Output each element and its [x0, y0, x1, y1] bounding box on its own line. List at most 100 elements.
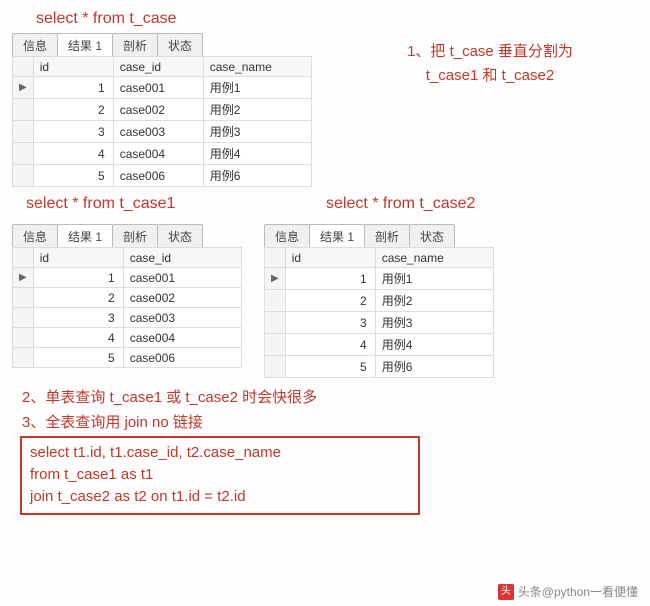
note-2: 2、单表查询 t_case1 或 t_case2 时会快很多 — [22, 386, 642, 407]
row-indicator: ▶ — [13, 77, 34, 99]
col-case-name[interactable]: case_name — [375, 248, 493, 268]
cell[interactable]: case001 — [123, 268, 241, 288]
col-id[interactable]: id — [33, 248, 123, 268]
tab-result[interactable]: 结果 1 — [309, 224, 365, 247]
table-row[interactable]: 4case004 — [13, 328, 242, 348]
row-indicator — [13, 288, 34, 308]
cell[interactable]: 4 — [285, 334, 375, 356]
table-row[interactable]: 2case002用例2 — [13, 99, 312, 121]
col-case-id[interactable]: case_id — [113, 57, 203, 77]
sql-query-tcase2: select * from t_case2 — [326, 195, 475, 213]
row-selector-header — [13, 57, 34, 77]
cell[interactable]: case002 — [123, 288, 241, 308]
sql-box-line1: select t1.id, t1.case_id, t2.case_name — [30, 442, 410, 464]
cell[interactable]: 用例4 — [375, 334, 493, 356]
table-row[interactable]: 2case002 — [13, 288, 242, 308]
grid-tcase2[interactable]: id case_name ▶1用例1 2用例2 3用例3 4用例4 5用例6 — [264, 247, 494, 378]
cell[interactable]: 2 — [285, 290, 375, 312]
cell[interactable]: case003 — [113, 121, 203, 143]
grid-tcase[interactable]: id case_id case_name ▶1case001用例1 2case0… — [12, 56, 312, 187]
cell[interactable]: case001 — [113, 77, 203, 99]
cell[interactable]: 4 — [33, 143, 113, 165]
tab-profile[interactable]: 剖析 — [364, 224, 410, 247]
cell[interactable]: 3 — [285, 312, 375, 334]
tab-info[interactable]: 信息 — [12, 224, 58, 247]
tab-result[interactable]: 结果 1 — [57, 33, 113, 56]
table-row[interactable]: 2用例2 — [265, 290, 494, 312]
sql-box-line2: from t_case1 as t1 — [30, 464, 410, 486]
cell[interactable]: case006 — [123, 348, 241, 368]
table-row[interactable]: 4用例4 — [265, 334, 494, 356]
table-row[interactable]: ▶1case001用例1 — [13, 77, 312, 99]
row-indicator — [13, 99, 34, 121]
cell[interactable]: case002 — [113, 99, 203, 121]
cell[interactable]: case003 — [123, 308, 241, 328]
cell[interactable]: case006 — [113, 165, 203, 187]
tab-info[interactable]: 信息 — [12, 33, 58, 56]
tab-status[interactable]: 状态 — [157, 33, 203, 56]
cell[interactable]: 5 — [285, 356, 375, 378]
tabs-tcase2: 信息 结果 1 剖析 状态 — [264, 223, 494, 247]
table-row[interactable]: 3case003 — [13, 308, 242, 328]
table-row[interactable]: 3用例3 — [265, 312, 494, 334]
cell[interactable]: 用例1 — [203, 77, 311, 99]
table-row[interactable]: ▶1用例1 — [265, 268, 494, 290]
row-indicator: ▶ — [13, 268, 34, 288]
table-row[interactable]: ▶1case001 — [13, 268, 242, 288]
sql-join-box: select t1.id, t1.case_id, t2.case_name f… — [20, 436, 420, 515]
result-panel-tcase2: 信息 结果 1 剖析 状态 id case_name ▶1用例1 2用例2 3用… — [264, 223, 494, 378]
row-selector-header — [13, 248, 34, 268]
row-indicator: ▶ — [265, 268, 286, 290]
tab-result[interactable]: 结果 1 — [57, 224, 113, 247]
cell[interactable]: 用例3 — [375, 312, 493, 334]
tab-info[interactable]: 信息 — [264, 224, 310, 247]
row-indicator — [13, 165, 34, 187]
cell[interactable]: 2 — [33, 288, 123, 308]
cell[interactable]: 用例2 — [375, 290, 493, 312]
tab-status[interactable]: 状态 — [157, 224, 203, 247]
cell[interactable]: 5 — [33, 165, 113, 187]
annotation-1: 1、把 t_case 垂直分割为 t_case1 和 t_case2 — [360, 40, 620, 88]
col-id[interactable]: id — [33, 57, 113, 77]
toutiao-logo-icon: 头 — [498, 584, 514, 600]
row-indicator — [13, 121, 34, 143]
table-row[interactable]: 5case006 — [13, 348, 242, 368]
cell[interactable]: case004 — [123, 328, 241, 348]
cell[interactable]: 1 — [285, 268, 375, 290]
tab-profile[interactable]: 剖析 — [112, 33, 158, 56]
cell[interactable]: 用例6 — [375, 356, 493, 378]
grid-tcase1[interactable]: id case_id ▶1case001 2case002 3case003 4… — [12, 247, 242, 368]
cell[interactable]: 用例6 — [203, 165, 311, 187]
col-case-name[interactable]: case_name — [203, 57, 311, 77]
cell[interactable]: case004 — [113, 143, 203, 165]
cell[interactable]: 5 — [33, 348, 123, 368]
cell[interactable]: 1 — [33, 268, 123, 288]
table-row[interactable]: 4case004用例4 — [13, 143, 312, 165]
watermark-text: 头条@python一看便懂 — [518, 583, 638, 600]
row-indicator — [13, 328, 34, 348]
col-case-id[interactable]: case_id — [123, 248, 241, 268]
cell[interactable]: 4 — [33, 328, 123, 348]
row-indicator — [13, 143, 34, 165]
cell[interactable]: 3 — [33, 308, 123, 328]
annotation-1-line1: 1、把 t_case 垂直分割为 — [360, 40, 620, 64]
table-row[interactable]: 5case006用例6 — [13, 165, 312, 187]
watermark: 头 头条@python一看便懂 — [498, 583, 638, 600]
cell[interactable]: 1 — [33, 77, 113, 99]
tab-profile[interactable]: 剖析 — [112, 224, 158, 247]
cell[interactable]: 用例2 — [203, 99, 311, 121]
row-selector-header — [265, 248, 286, 268]
row-indicator — [265, 334, 286, 356]
cell[interactable]: 用例3 — [203, 121, 311, 143]
table-row[interactable]: 5用例6 — [265, 356, 494, 378]
table-row[interactable]: 3case003用例3 — [13, 121, 312, 143]
sql-box-line3: join t_case2 as t2 on t1.id = t2.id — [30, 486, 410, 508]
col-id[interactable]: id — [285, 248, 375, 268]
cell[interactable]: 2 — [33, 99, 113, 121]
row-indicator — [13, 308, 34, 328]
cell[interactable]: 3 — [33, 121, 113, 143]
cell[interactable]: 用例4 — [203, 143, 311, 165]
note-3: 3、全表查询用 join no 链接 — [22, 411, 642, 432]
tab-status[interactable]: 状态 — [409, 224, 455, 247]
cell[interactable]: 用例1 — [375, 268, 493, 290]
